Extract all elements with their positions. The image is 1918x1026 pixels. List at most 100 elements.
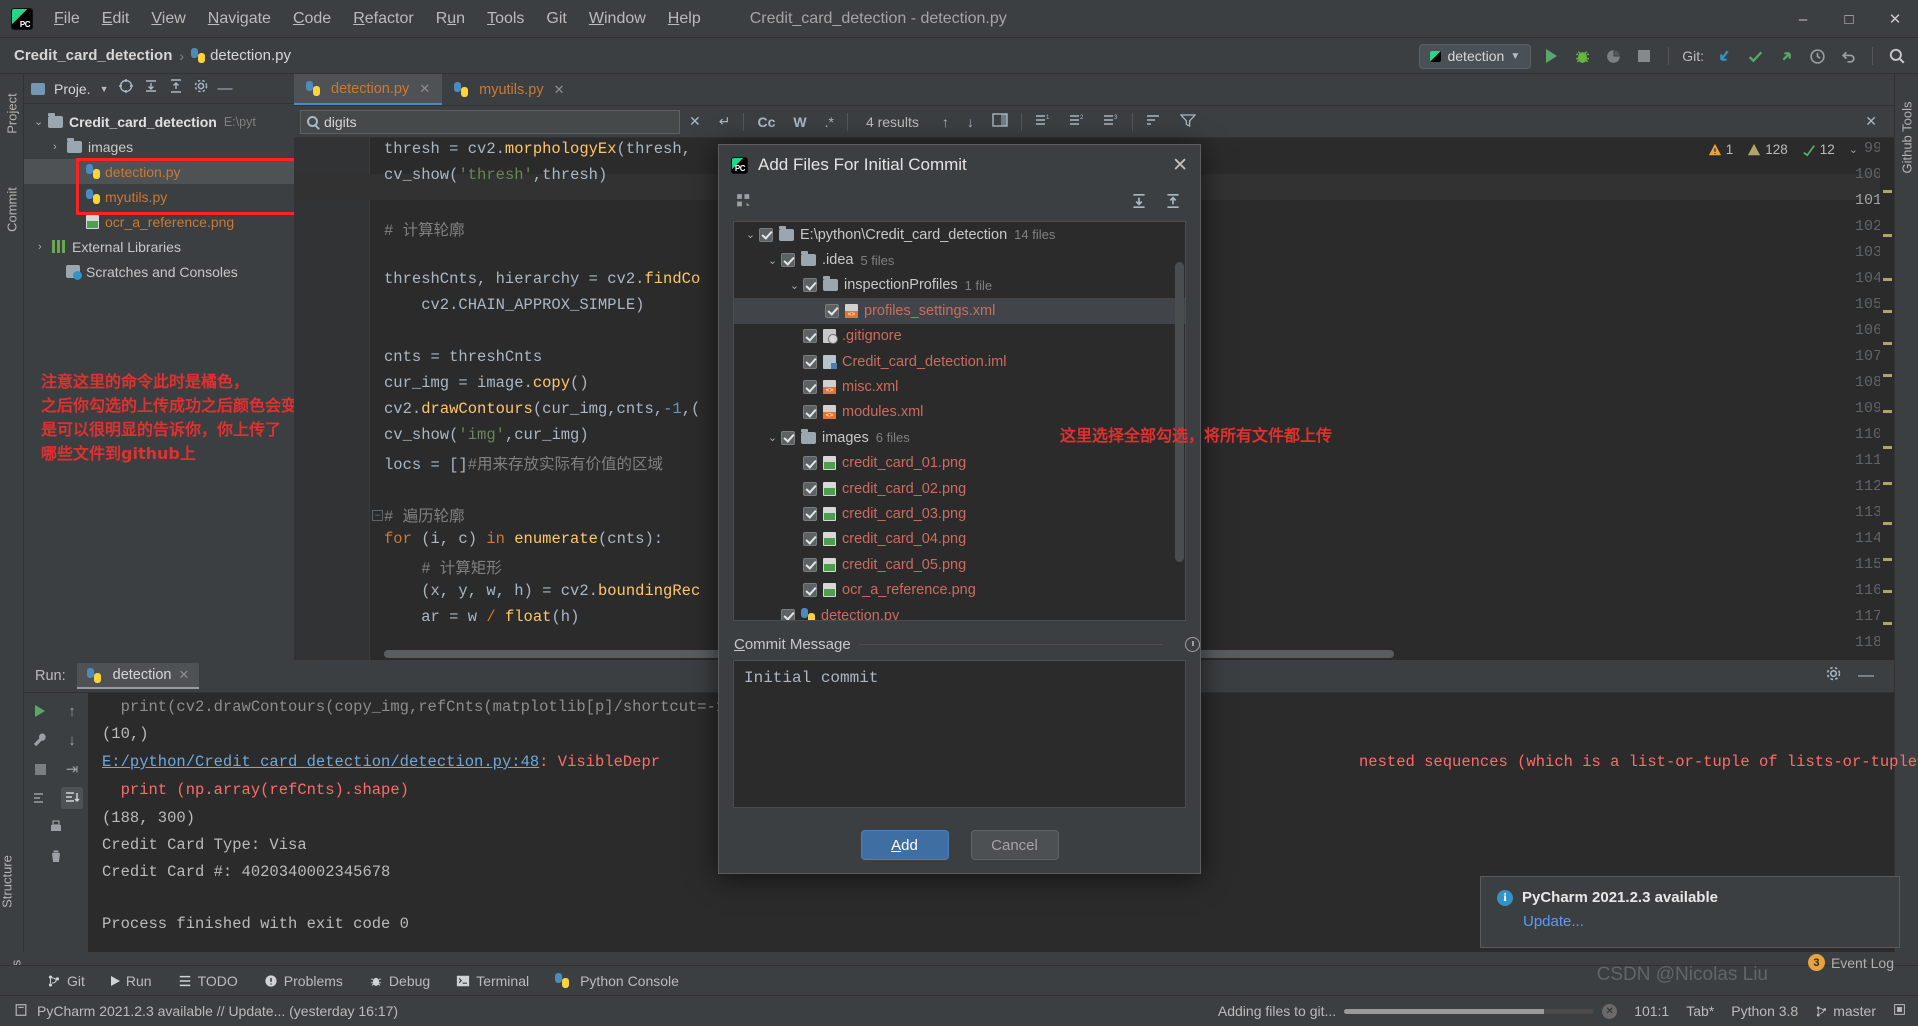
expand-all-icon[interactable] <box>1130 192 1148 215</box>
expand-all-icon[interactable] <box>143 78 159 99</box>
dialog-tree-row-gitignore[interactable]: .gitignore <box>734 324 1185 349</box>
tool-button-debug[interactable]: Debug <box>356 970 443 992</box>
checkbox[interactable] <box>803 558 817 572</box>
tree-row-detection-py[interactable]: detection.py <box>24 159 294 184</box>
breadcrumb-file[interactable]: detection.py <box>210 47 291 64</box>
tree-row-external-libraries[interactable]: › External Libraries <box>24 234 294 259</box>
filter-three-icon[interactable]: 3 <box>1094 113 1128 130</box>
git-update-icon[interactable] <box>1713 45 1735 67</box>
add-button[interactable]: Add <box>861 830 949 860</box>
checkbox[interactable] <box>781 609 795 621</box>
trash-icon[interactable] <box>45 845 67 867</box>
status-message[interactable]: PyCharm 2021.2.3 available // Update... … <box>37 1003 398 1019</box>
minimize-button[interactable]: – <box>1780 0 1826 38</box>
dialog-tree-row-misc-xml[interactable]: misc.xml <box>734 374 1185 399</box>
close-findbar-icon[interactable]: ✕ <box>1856 113 1886 130</box>
tree-row-scratches[interactable]: Scratches and Consoles <box>24 259 294 284</box>
run-with-coverage-button[interactable] <box>1602 45 1624 67</box>
checkbox[interactable] <box>781 431 795 445</box>
dialog-tree-row-inspectionprofiles[interactable]: ⌄ inspectionProfiles 1 file <box>734 273 1185 298</box>
chevron-right-icon[interactable]: › <box>53 141 67 153</box>
find-next-icon[interactable]: ↓ <box>958 114 983 130</box>
filter-funnel-icon[interactable] <box>1171 113 1205 130</box>
tool-button-github-tools[interactable]: Github Tools <box>1900 95 1915 181</box>
checkbox[interactable] <box>803 482 817 496</box>
indent-setting[interactable]: Tab* <box>1686 1003 1714 1019</box>
tool-button-todo[interactable]: TODO <box>165 970 251 992</box>
checkbox[interactable] <box>803 405 817 419</box>
clock-icon[interactable] <box>1185 637 1200 652</box>
tool-button-python-console[interactable]: Python Console <box>542 970 692 992</box>
chevron-down-icon[interactable]: ⌄ <box>1849 143 1858 156</box>
match-case-toggle[interactable]: Cc <box>748 114 784 130</box>
checkbox[interactable] <box>803 355 817 369</box>
breadcrumb-project[interactable]: Credit_card_detection <box>14 47 172 64</box>
editor-marker-bar[interactable] <box>1880 138 1894 660</box>
scroll-down-icon[interactable]: ↓ <box>61 729 83 751</box>
menu-code[interactable]: Code <box>282 6 342 32</box>
dialog-tree-row-ocr-reference[interactable]: ocr_a_reference.png <box>734 577 1185 602</box>
search-everywhere-icon[interactable] <box>1886 45 1908 67</box>
run-tab-detection[interactable]: detection ✕ <box>77 663 200 689</box>
menu-refactor[interactable]: Refactor <box>342 6 424 32</box>
python-interpreter[interactable]: Python 3.8 <box>1731 1003 1798 1019</box>
dialog-tree-row-credit-card-03[interactable]: credit_card_03.png <box>734 501 1185 526</box>
notification-action-link[interactable]: Update... <box>1523 913 1584 930</box>
words-toggle[interactable]: W <box>784 114 815 130</box>
menu-tools[interactable]: Tools <box>476 6 535 32</box>
settings-gear-icon[interactable] <box>1825 665 1842 687</box>
filter-two-icon[interactable]: 2 <box>1060 113 1094 130</box>
git-push-icon[interactable] <box>1775 45 1797 67</box>
dialog-tree-row-credit-card-02[interactable]: credit_card_02.png <box>734 476 1185 501</box>
scroll-to-end-icon[interactable] <box>61 787 83 809</box>
checkbox[interactable] <box>781 253 795 267</box>
find-previous-icon[interactable]: ↑ <box>933 114 958 130</box>
commit-message-input[interactable]: Initial commit <box>733 660 1186 808</box>
notification-balloon[interactable]: i PyCharm 2021.2.3 available Update... <box>1480 876 1900 948</box>
dialog-tree-row-root[interactable]: ⌄ E:\python\Credit_card_detection 14 fil… <box>734 222 1185 247</box>
dialog-tree-row-credit-card-01[interactable]: credit_card_01.png <box>734 451 1185 476</box>
tool-button-problems[interactable]: Problems <box>251 970 356 992</box>
event-log-button[interactable]: 3 Event Log <box>1808 954 1894 971</box>
menu-help[interactable]: Help <box>657 6 712 32</box>
checkbox[interactable] <box>803 507 817 521</box>
close-icon[interactable]: ✕ <box>554 82 565 98</box>
collapse-all-icon[interactable] <box>1164 192 1182 215</box>
maximize-button[interactable]: □ <box>1826 0 1872 38</box>
tree-row-images[interactable]: › images <box>24 134 294 159</box>
checkbox[interactable] <box>803 532 817 546</box>
git-branch-widget[interactable]: master <box>1815 1003 1876 1019</box>
close-icon[interactable]: ✕ <box>1172 154 1188 177</box>
chevron-down-icon[interactable]: ⌄ <box>786 279 803 292</box>
dialog-tree-row-idea[interactable]: ⌄ .idea 5 files <box>734 247 1185 272</box>
settings-gear-icon[interactable] <box>193 78 209 99</box>
add-files-dialog[interactable]: Add Files For Initial Commit ✕ ⌄ E: <box>718 144 1201 874</box>
undo-icon[interactable] <box>1837 45 1859 67</box>
dialog-file-tree[interactable]: ⌄ E:\python\Credit_card_detection 14 fil… <box>733 221 1186 621</box>
rerun-icon[interactable] <box>29 700 51 722</box>
tool-button-git[interactable]: Git <box>34 970 98 992</box>
menu-window[interactable]: Window <box>578 6 657 32</box>
regex-toggle[interactable]: .* <box>816 114 843 130</box>
chevron-down-icon[interactable]: ⌄ <box>764 431 781 444</box>
debug-button[interactable] <box>1571 45 1593 67</box>
run-configuration-selector[interactable]: detection ▼ <box>1419 44 1531 69</box>
print-settings-icon[interactable] <box>29 787 51 809</box>
scroll-up-icon[interactable]: ↑ <box>61 700 83 722</box>
code-fold-icon[interactable]: − <box>372 510 383 521</box>
soft-wrap-icon[interactable]: ⇥ <box>61 758 83 780</box>
dialog-tree-row-credit-card-04[interactable]: credit_card_04.png <box>734 527 1185 552</box>
memory-indicator[interactable] <box>1893 1003 1906 1019</box>
editor-tab-detection-py[interactable]: detection.py ✕ <box>294 74 442 105</box>
menu-git[interactable]: Git <box>535 6 577 32</box>
close-icon[interactable]: ✕ <box>179 667 190 683</box>
chevron-down-icon[interactable]: ⌄ <box>764 254 781 267</box>
close-button[interactable]: ✕ <box>1872 0 1918 38</box>
search-input[interactable]: digits <box>300 110 680 134</box>
dialog-tree-row-profiles-settings[interactable]: profiles_settings.xml <box>734 298 1185 323</box>
cancel-button[interactable]: Cancel <box>971 830 1059 860</box>
git-commit-icon[interactable] <box>1744 45 1766 67</box>
dialog-tree-row-iml[interactable]: Credit_card_detection.iml <box>734 349 1185 374</box>
cancel-progress-icon[interactable]: ✕ <box>1602 1004 1617 1019</box>
chevron-down-icon[interactable]: ▼ <box>100 84 109 94</box>
